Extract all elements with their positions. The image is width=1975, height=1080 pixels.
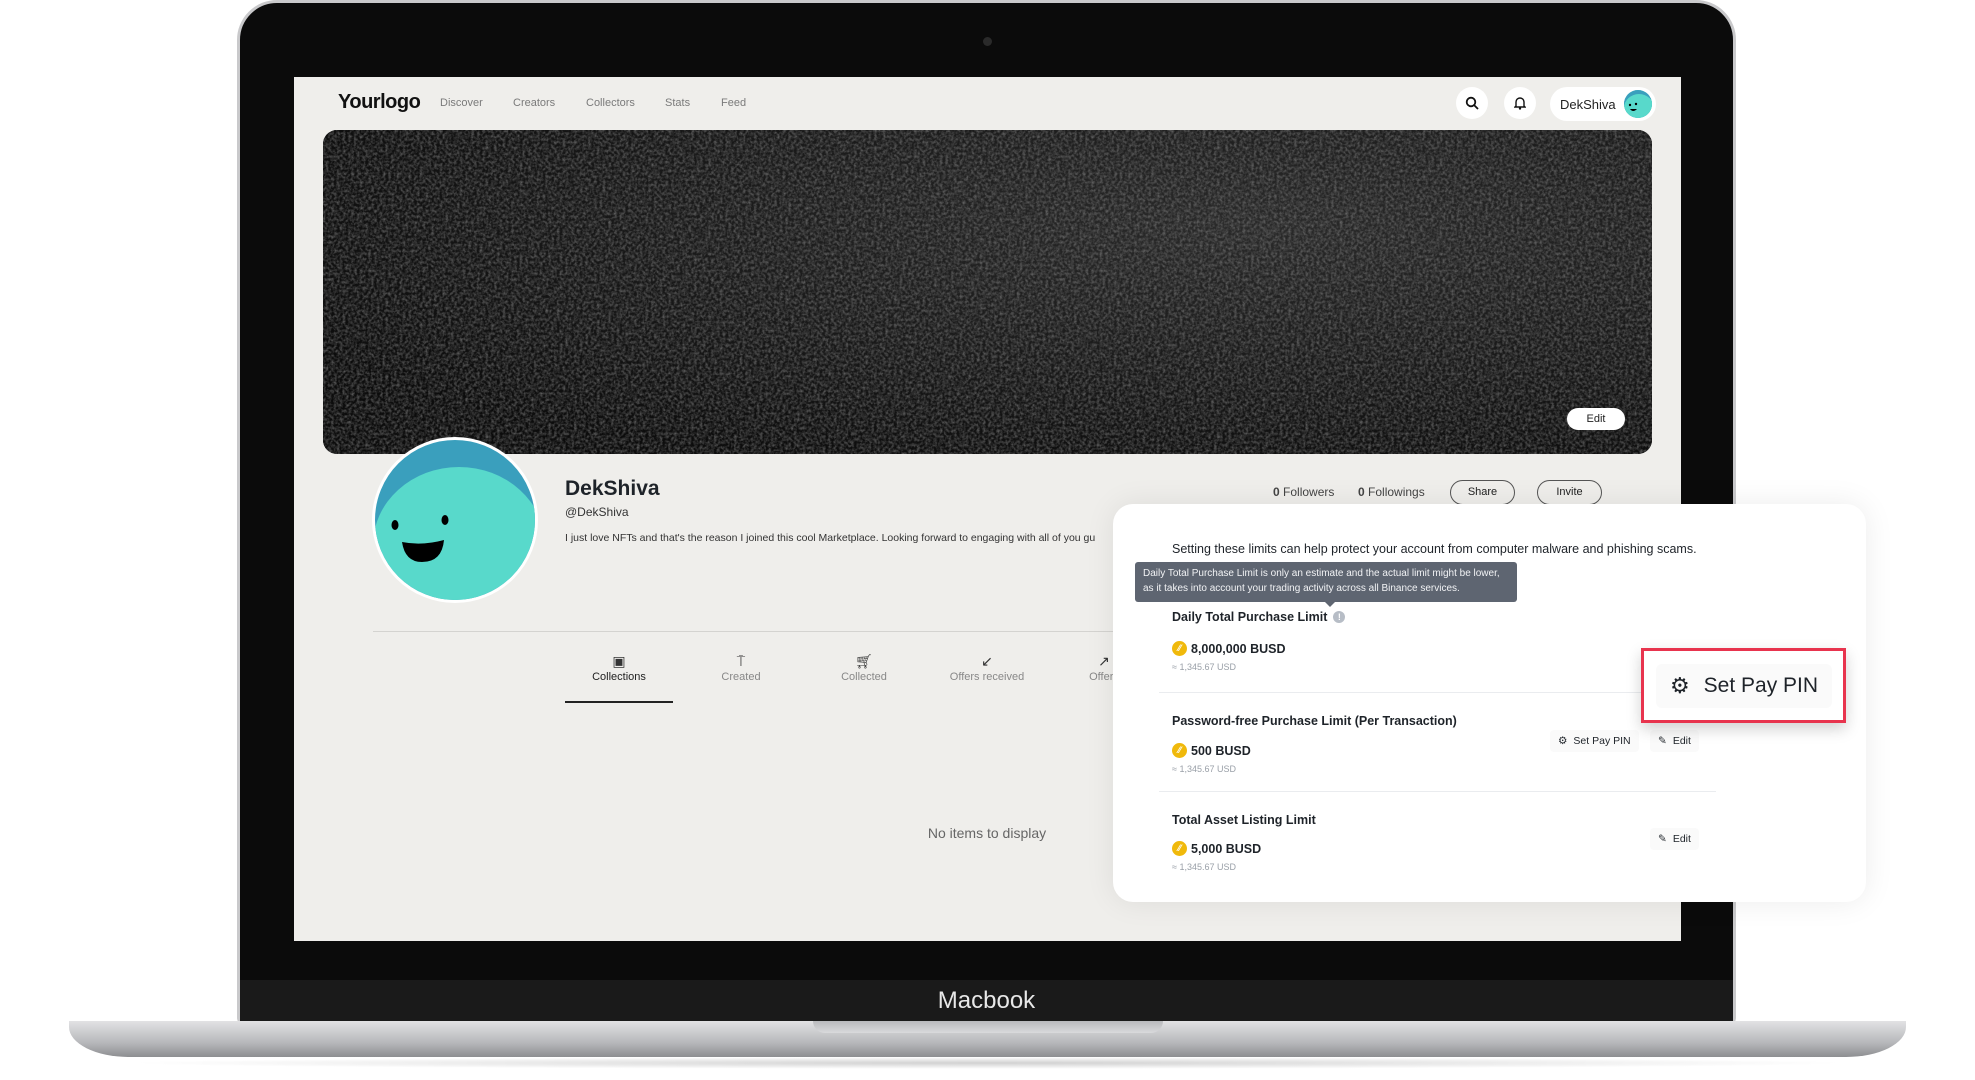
avatar — [1623, 90, 1652, 118]
banner-texture — [323, 130, 1652, 454]
edit-password-free-button[interactable]: ✎ Edit — [1650, 730, 1699, 752]
busd-coin-icon: ⁄⁄ — [1172, 743, 1187, 758]
tab-label: Collections — [592, 671, 646, 683]
limit-usd-listing: ≈ 1,345.67 USD — [1172, 862, 1236, 872]
button-label: Edit — [1672, 833, 1691, 845]
user-name: DekShiva — [1560, 96, 1616, 112]
arrow-down-left-icon: ↙ — [981, 653, 993, 669]
limit-amount-daily: ⁄⁄ 8,000,000 BUSD — [1172, 641, 1286, 656]
limit-title: Daily Total Purchase Limit — [1172, 610, 1328, 624]
gear-icon: ⚙ — [1669, 673, 1690, 698]
search-button[interactable] — [1456, 87, 1488, 119]
busd-coin-icon: ⁄⁄ — [1172, 841, 1187, 856]
amount: 5,000 BUSD — [1191, 841, 1262, 856]
followings[interactable]: 0 Followings — [1358, 485, 1425, 499]
tab-offers-received[interactable]: ↙ Offers received — [927, 653, 1047, 683]
tab-label: Offers received — [949, 671, 1025, 683]
cart-icon: 🛒︎ — [855, 653, 873, 669]
amount: 500 BUSD — [1191, 743, 1251, 758]
followings-count: 0 — [1358, 485, 1365, 499]
button-label: Set Pay PIN — [1703, 674, 1819, 697]
active-tab-indicator — [565, 701, 673, 703]
divider — [1159, 692, 1716, 693]
limit-amount-listing: ⁄⁄ 5,000 BUSD — [1172, 841, 1261, 856]
notifications-button[interactable] — [1504, 87, 1536, 119]
set-pay-pin-button[interactable]: ⚙ Set Pay PIN — [1550, 730, 1639, 752]
limit-title-daily: Daily Total Purchase Limit ! — [1172, 610, 1346, 624]
highlight-callout: ⚙ Set Pay PIN — [1641, 648, 1846, 723]
pencil-icon: ✎ — [1658, 833, 1667, 845]
limit-title-listing: Total Asset Listing Limit — [1172, 813, 1316, 827]
tab-label: Created — [721, 671, 761, 683]
tab-label: Collected — [841, 671, 887, 683]
nav-creators[interactable]: Creators — [513, 97, 555, 109]
busd-coin-icon: ⁄⁄ — [1172, 641, 1187, 656]
profile-avatar — [372, 437, 538, 603]
info-icon[interactable]: ! — [1333, 611, 1346, 623]
amount: 8,000,000 BUSD — [1191, 641, 1286, 656]
bell-icon — [1514, 97, 1526, 110]
laptop-notch — [813, 1021, 1163, 1033]
nav-stats[interactable]: Stats — [665, 97, 690, 109]
set-pay-pin-zoomed-button[interactable]: ⚙ Set Pay PIN — [1656, 664, 1832, 708]
followers-label: Followers — [1283, 485, 1335, 499]
button-label: Edit — [1672, 735, 1691, 747]
camera — [983, 37, 992, 46]
limit-amount-password-free: ⁄⁄ 500 BUSD — [1172, 743, 1251, 758]
user-menu[interactable]: DekShiva — [1550, 87, 1656, 121]
pencil-icon: ✎ — [1658, 735, 1667, 747]
gear-icon: ⚙ — [1558, 735, 1568, 747]
followings-label: Followings — [1368, 485, 1425, 499]
profile-handle: @DekShiva — [565, 505, 629, 519]
limit-usd-password-free: ≈ 1,345.67 USD — [1172, 764, 1236, 774]
edit-banner-button[interactable]: Edit — [1567, 408, 1625, 430]
logo[interactable]: Yourlogo — [338, 91, 421, 114]
limit-usd-daily: ≈ 1,345.67 USD — [1172, 662, 1236, 672]
profile-name: DekShiva — [565, 477, 660, 500]
followers[interactable]: 0 Followers — [1273, 485, 1334, 499]
tab-created[interactable]: ⍑ Created — [681, 653, 801, 683]
profile-bio: I just love NFTs and that's the reason I… — [565, 532, 1096, 544]
laptop-chin: Macbook — [240, 980, 1733, 1022]
limit-title-password-free: Password-free Purchase Limit (Per Transa… — [1172, 714, 1457, 728]
empty-state: No items to display — [927, 825, 1047, 841]
nav-feed[interactable]: Feed — [721, 97, 746, 109]
share-button[interactable]: Share — [1450, 480, 1515, 505]
followers-count: 0 — [1273, 485, 1280, 499]
tab-collections[interactable]: ▣ Collections — [559, 653, 679, 683]
tooltip: Daily Total Purchase Limit is only an es… — [1135, 562, 1517, 607]
collections-icon: ▣ — [612, 653, 626, 669]
profile-banner: Edit — [323, 130, 1652, 454]
divider — [1159, 791, 1716, 792]
limits-intro: Setting these limits can help protect yo… — [1172, 542, 1697, 556]
search-icon — [1465, 96, 1479, 110]
tab-collected[interactable]: 🛒︎ Collected — [804, 653, 924, 683]
button-label: Set Pay PIN — [1573, 735, 1631, 747]
edit-listing-button[interactable]: ✎ Edit — [1650, 828, 1699, 850]
paint-roller-icon: ⍑ — [736, 653, 746, 669]
laptop-shadow — [120, 1057, 1855, 1069]
nav-discover[interactable]: Discover — [440, 97, 483, 109]
invite-button[interactable]: Invite — [1537, 480, 1602, 505]
nav-collectors[interactable]: Collectors — [586, 97, 635, 109]
